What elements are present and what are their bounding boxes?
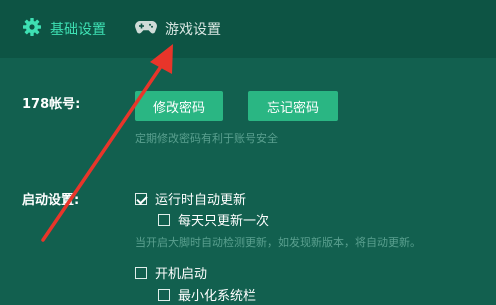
tab-basic-settings-label: 基础设置 xyxy=(50,22,106,38)
gamepad-icon xyxy=(135,19,157,39)
update-once-daily-checkbox[interactable] xyxy=(158,213,170,226)
launch-on-boot-option[interactable]: 开机启动 xyxy=(135,263,207,282)
account-label: 178帐号: xyxy=(22,97,81,112)
auto-update-hint: 当开启大脚时自动检测更新，如发现新版本，将自动更新。 xyxy=(135,236,421,249)
forgot-password-button[interactable]: 忘记密码 xyxy=(248,91,338,121)
tab-game-settings-label: 游戏设置 xyxy=(165,22,221,38)
minimize-to-tray-checkbox[interactable] xyxy=(158,288,170,301)
update-once-daily-option[interactable]: 每天只更新一次 xyxy=(158,210,269,229)
tab-basic-settings[interactable]: 基础设置 xyxy=(22,17,106,41)
gear-icon xyxy=(22,17,42,41)
auto-update-label: 运行时自动更新 xyxy=(155,193,247,208)
startup-label: 启动设置: xyxy=(22,193,80,208)
auto-update-option[interactable]: 运行时自动更新 xyxy=(135,189,246,208)
tab-game-settings[interactable]: 游戏设置 xyxy=(135,17,221,41)
launch-on-boot-checkbox[interactable] xyxy=(135,266,147,279)
update-once-daily-label: 每天只更新一次 xyxy=(178,214,270,229)
auto-update-checkbox[interactable] xyxy=(135,192,147,205)
top-tab-bar: 基础设置 游戏设置 xyxy=(0,0,496,58)
password-hint: 定期修改密码有利于账号安全 xyxy=(135,132,278,145)
launch-on-boot-label: 开机启动 xyxy=(155,267,208,282)
minimize-to-tray-option[interactable]: 最小化系统栏 xyxy=(158,285,256,304)
change-password-button[interactable]: 修改密码 xyxy=(135,91,223,121)
minimize-to-tray-label: 最小化系统栏 xyxy=(178,289,257,304)
